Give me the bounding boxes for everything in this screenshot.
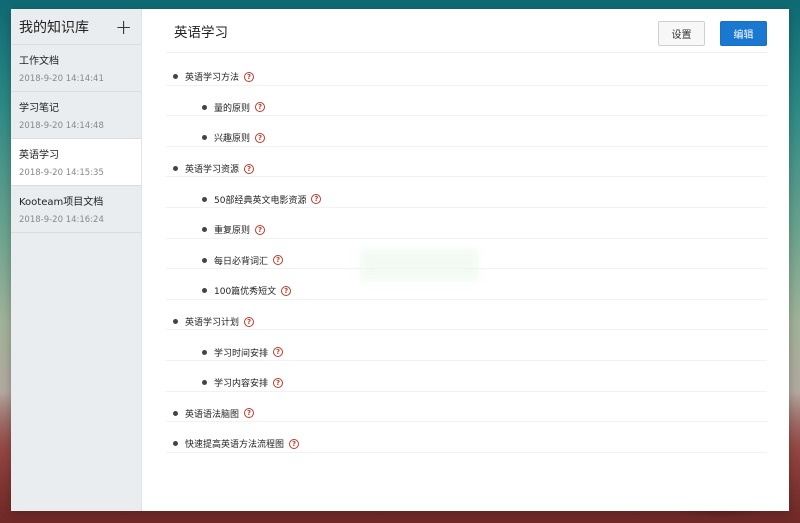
bullet-icon — [202, 380, 207, 386]
bullet-icon — [202, 257, 207, 263]
bullet-icon — [202, 349, 207, 355]
doc-time: 2018-9-20 14:15:35 — [19, 168, 104, 178]
tree-node[interactable]: 学习时间安排 ? — [166, 337, 767, 368]
tree-node[interactable]: 快速提高英语方法流程图 ? — [166, 429, 767, 460]
settings-button[interactable]: 设置 — [658, 21, 705, 46]
help-icon[interactable]: ? — [273, 255, 284, 266]
bullet-icon — [202, 227, 207, 233]
node-label: 兴趣原则 — [214, 134, 251, 145]
bullet-icon — [202, 196, 207, 202]
help-icon[interactable]: ? — [273, 347, 284, 358]
help-icon[interactable]: ? — [244, 71, 255, 82]
help-icon[interactable]: ? — [244, 408, 255, 419]
node-label: 重复原则 — [214, 226, 251, 237]
bullet-icon — [202, 135, 207, 141]
node-label: 英语语法脑图 — [185, 409, 240, 420]
bullet-icon — [173, 410, 178, 416]
tree-node[interactable]: 学习内容安排 ? — [166, 368, 767, 399]
tree-node[interactable]: 英语学习资源 ? — [166, 154, 767, 185]
doc-time: 2018-9-20 14:16:24 — [19, 215, 104, 225]
node-label: 学习时间安排 — [214, 348, 269, 359]
bullet-icon — [173, 74, 178, 80]
node-label: 量的原则 — [214, 103, 251, 114]
help-icon[interactable]: ? — [255, 102, 266, 113]
main-panel: 英语学习 设置 编辑 英语学习方法 ? 量的原则 ? 兴趣原则 ? 英语学习资源… — [142, 9, 789, 511]
doc-item-english[interactable]: 英语学习 2018-9-20 14:15:35 — [11, 139, 141, 186]
outline-tree: 英语学习方法 ? 量的原则 ? 兴趣原则 ? 英语学习资源 ? 50部经典英文电… — [166, 53, 767, 460]
node-label: 英语学习计划 — [185, 318, 240, 329]
doc-item-kooteam[interactable]: Kooteam项目文档 2018-9-20 14:16:24 — [11, 186, 141, 233]
tree-node[interactable]: 兴趣原则 ? — [166, 123, 767, 154]
bullet-icon — [173, 441, 178, 447]
doc-time: 2018-9-20 14:14:41 — [19, 74, 104, 84]
node-label: 50部经典英文电影资源 — [214, 195, 307, 206]
tree-node[interactable]: 英语语法脑图 ? — [166, 399, 767, 430]
sidebar: 我的知识库 + 工作文档 2018-9-20 14:14:41 学习笔记 201… — [11, 9, 142, 511]
help-icon[interactable]: ? — [281, 285, 292, 296]
node-label: 快速提高英语方法流程图 — [185, 440, 285, 451]
tree-node[interactable]: 英语学习计划 ? — [166, 307, 767, 338]
sidebar-title: 我的知识库 — [19, 19, 89, 36]
doc-name: 英语学习 — [19, 150, 59, 161]
tree-node[interactable]: 100篇优秀短文 ? — [166, 276, 767, 307]
help-icon[interactable]: ? — [273, 377, 284, 388]
help-icon[interactable]: ? — [311, 194, 322, 205]
node-label: 英语学习方法 — [185, 73, 240, 84]
help-icon[interactable]: ? — [255, 224, 266, 235]
help-icon[interactable]: ? — [289, 438, 300, 449]
bullet-icon — [202, 104, 207, 110]
tree-node[interactable]: 每日必背词汇 ? — [166, 246, 767, 277]
node-label: 100篇优秀短文 — [214, 287, 277, 298]
doc-name: 学习笔记 — [19, 103, 59, 114]
page-title: 英语学习 — [174, 24, 228, 41]
node-label: 每日必背词汇 — [214, 256, 269, 267]
tree-node[interactable]: 英语学习方法 ? — [166, 62, 767, 93]
node-label: 学习内容安排 — [214, 379, 269, 390]
tree-node[interactable]: 50部经典英文电影资源 ? — [166, 184, 767, 215]
help-icon[interactable]: ? — [244, 316, 255, 327]
bullet-icon — [173, 319, 178, 325]
bullet-icon — [173, 166, 178, 172]
node-label: 英语学习资源 — [185, 165, 240, 176]
doc-name: 工作文档 — [19, 56, 59, 67]
sidebar-header: 我的知识库 + — [11, 9, 141, 45]
doc-name: Kooteam项目文档 — [19, 197, 104, 208]
doc-item-work[interactable]: 工作文档 2018-9-20 14:14:41 — [11, 45, 141, 92]
app-window: 我的知识库 + 工作文档 2018-9-20 14:14:41 学习笔记 201… — [11, 9, 789, 511]
toolbar: 设置 编辑 — [658, 15, 767, 46]
help-icon[interactable]: ? — [244, 163, 255, 174]
bullet-icon — [202, 288, 207, 294]
doc-item-notes[interactable]: 学习笔记 2018-9-20 14:14:48 — [11, 92, 141, 139]
main-header: 英语学习 设置 编辑 — [166, 9, 767, 53]
edit-button[interactable]: 编辑 — [720, 21, 767, 46]
add-icon[interactable]: + — [115, 17, 132, 37]
tree-node[interactable]: 量的原则 ? — [166, 93, 767, 124]
tree-node[interactable]: 重复原则 ? — [166, 215, 767, 246]
help-icon[interactable]: ? — [255, 132, 266, 143]
doc-time: 2018-9-20 14:14:48 — [19, 121, 104, 131]
